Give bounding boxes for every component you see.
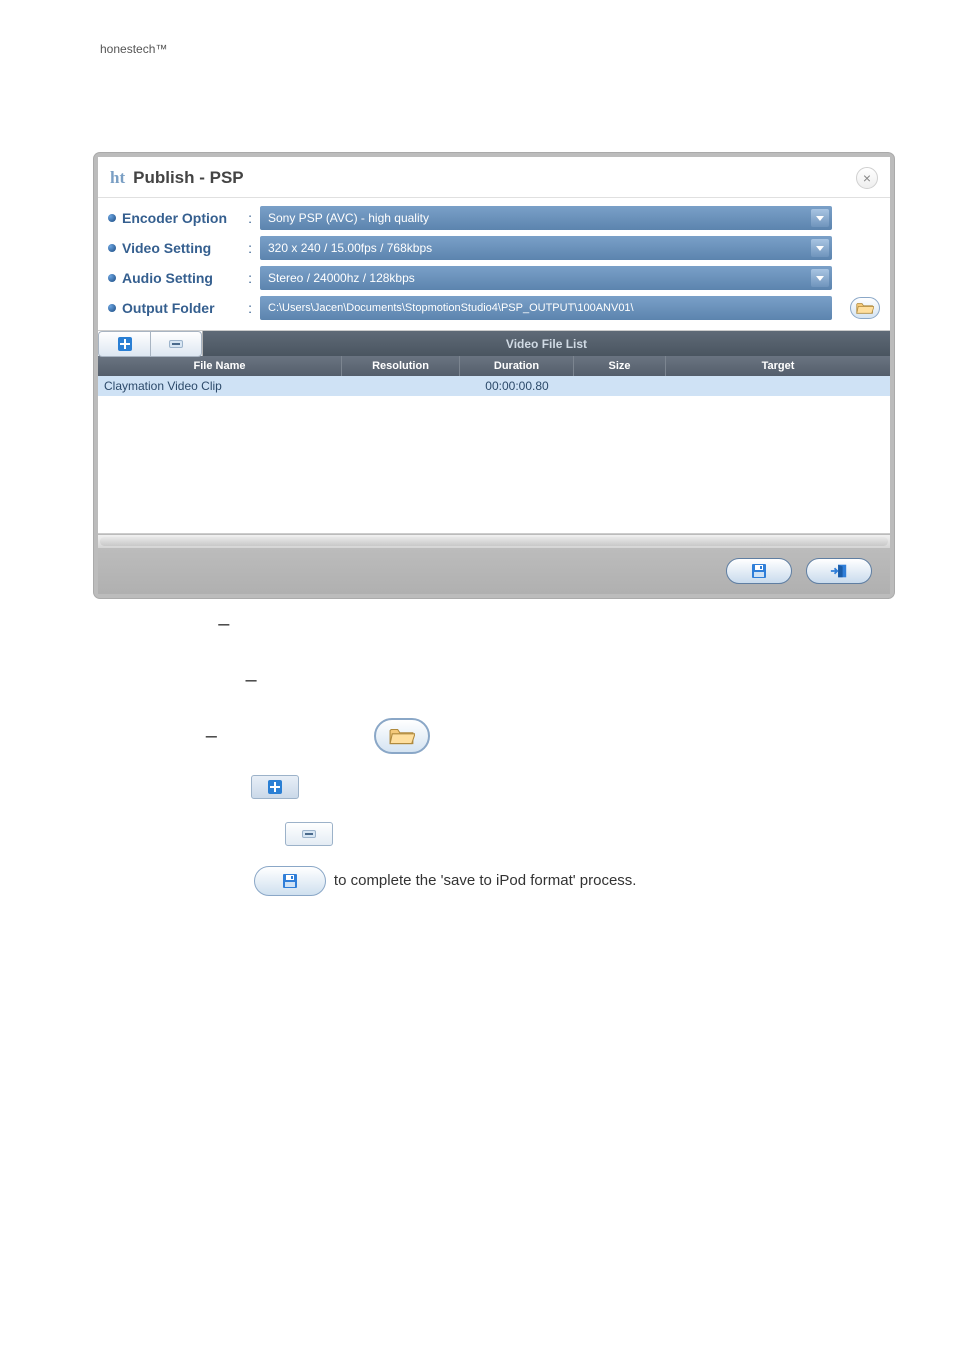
instr-remove: Click the REMOVE button, , to remove vid…	[100, 820, 860, 849]
cell-resolution	[342, 376, 460, 396]
instr-text: , to add video file(s) for conversion.	[307, 773, 540, 802]
filelist-title: Video File List	[203, 331, 890, 356]
encoder-option-row: Encoder Option : Sony PSP (AVC) - high q…	[108, 206, 880, 230]
colon: :	[248, 240, 252, 256]
publish-dialog: ht Publish - PSP × Encoder Option : Sony…	[94, 153, 894, 598]
instr-output: Output Folder – Click the folder icon, ,…	[100, 717, 860, 755]
dropdown-arrow-icon	[811, 209, 829, 227]
instr-text: Click the folder icon,	[231, 722, 366, 751]
folder-icon	[389, 726, 415, 746]
bullet-icon	[108, 304, 116, 312]
instr-av: Video/Audio Setting – select the video/a…	[100, 661, 860, 699]
bullet-icon	[108, 274, 116, 282]
folder-icon	[856, 301, 874, 315]
output-folder-input[interactable]: C:\Users\Jacen\Documents\StopmotionStudi…	[260, 296, 832, 320]
output-label-text: Output Folder	[122, 300, 215, 316]
cell-filename: Claymation Video Clip	[98, 376, 342, 396]
output-folder-row: Output Folder : C:\Users\Jacen\Documents…	[108, 296, 880, 320]
instr-text: , to remove video files(s) from the list…	[341, 820, 590, 849]
dialog-title: Publish - PSP	[133, 168, 244, 188]
instr-add: Click the ADD button, , to add video fil…	[100, 773, 860, 802]
save-icon	[282, 873, 298, 889]
col-resolution[interactable]: Resolution	[342, 356, 460, 376]
video-setting-label: Video Setting :	[108, 240, 260, 256]
settings-panel: Encoder Option : Sony PSP (AVC) - high q…	[98, 198, 890, 330]
plus-icon	[268, 780, 282, 794]
plus-icon	[118, 337, 132, 351]
cell-duration: 00:00:00.80	[460, 376, 574, 396]
close-icon: ×	[863, 170, 871, 186]
remove-button-illustration	[285, 822, 333, 846]
video-setting-select[interactable]: 320 x 240 / 15.00fps / 768kbps	[260, 236, 832, 260]
encoder-label-text: Encoder Option	[122, 210, 227, 226]
instr-text: Click the ADD button,	[100, 773, 243, 802]
instructions: Encoder Option – select the encoder qual…	[100, 605, 860, 914]
audio-setting-select[interactable]: Stereo / 24000hz / 128kbps	[260, 266, 832, 290]
filelist-toolbar: Video File List	[98, 330, 890, 356]
dash-icon: –	[246, 661, 257, 699]
colon: :	[248, 210, 252, 226]
page-number: 64.	[78, 42, 95, 56]
instr-text: , to select the output folder.	[438, 722, 618, 751]
close-button[interactable]: ×	[856, 167, 878, 189]
encoder-option-select[interactable]: Sony PSP (AVC) - high quality	[260, 206, 832, 230]
browse-folder-button[interactable]	[850, 297, 880, 319]
save-icon	[751, 563, 767, 579]
instr-text: Video/Audio Setting	[100, 666, 232, 695]
output-folder-label: Output Folder :	[108, 300, 260, 316]
exit-button[interactable]	[806, 558, 872, 584]
audio-label-text: Audio Setting	[122, 270, 213, 286]
filelist-columns: File Name Resolution Duration Size Targe…	[98, 356, 890, 376]
dropdown-arrow-icon	[811, 269, 829, 287]
ht-logo-icon: ht	[110, 168, 125, 188]
instr-text: select the video/audio setting.	[271, 666, 469, 695]
folder-button-illustration	[374, 718, 430, 754]
cell-target	[666, 376, 890, 396]
instr-text: Encoder Option	[100, 610, 204, 639]
minus-icon	[169, 340, 183, 348]
video-setting-value: 320 x 240 / 15.00fps / 768kbps	[268, 241, 432, 255]
save-button[interactable]	[726, 558, 792, 584]
audio-setting-row: Audio Setting : Stereo / 24000hz / 128kb…	[108, 266, 880, 290]
save-button-illustration	[254, 866, 326, 896]
encoder-option-value: Sony PSP (AVC) - high quality	[268, 211, 429, 225]
col-filename[interactable]: File Name	[98, 356, 342, 376]
dialog-footer	[98, 548, 890, 594]
add-button-illustration	[251, 775, 299, 799]
colon: :	[248, 300, 252, 316]
table-row[interactable]: Claymation Video Clip 00:00:00.80	[98, 376, 890, 396]
horizontal-scrollbar[interactable]	[98, 534, 890, 548]
exit-door-icon	[830, 563, 848, 579]
audio-setting-value: Stereo / 24000hz / 128kbps	[268, 271, 415, 285]
col-target[interactable]: Target	[666, 356, 890, 376]
bullet-icon	[108, 214, 116, 222]
instr-text: Output Folder	[100, 722, 192, 751]
minus-icon	[302, 830, 316, 838]
video-label-text: Video Setting	[122, 240, 211, 256]
colon: :	[248, 270, 252, 286]
col-duration[interactable]: Duration	[460, 356, 574, 376]
add-remove-group	[98, 331, 203, 356]
cell-size	[574, 376, 666, 396]
instr-text: Click the Save button,	[100, 867, 246, 896]
dropdown-arrow-icon	[811, 239, 829, 257]
video-setting-row: Video Setting : 320 x 240 / 15.00fps / 7…	[108, 236, 880, 260]
col-size[interactable]: Size	[574, 356, 666, 376]
bullet-icon	[108, 244, 116, 252]
instr-text: to complete the 'save to iPod format' pr…	[334, 867, 637, 896]
add-file-button[interactable]	[98, 331, 150, 357]
dash-icon: –	[206, 717, 217, 755]
instr-save: Click the Save button, to complete the '…	[100, 866, 860, 896]
remove-file-button[interactable]	[150, 331, 202, 357]
output-folder-value: C:\Users\Jacen\Documents\StopmotionStudi…	[268, 302, 634, 314]
page-brand: honestech™	[100, 42, 167, 56]
filelist-body: Claymation Video Clip 00:00:00.80	[98, 376, 890, 534]
instr-encoder: Encoder Option – select the encoder qual…	[100, 605, 860, 643]
audio-setting-label: Audio Setting :	[108, 270, 260, 286]
encoder-option-label: Encoder Option :	[108, 210, 260, 226]
dialog-titlebar: ht Publish - PSP ×	[98, 157, 890, 198]
dash-icon: –	[218, 605, 229, 643]
instr-text: select the encoder quality option.	[243, 610, 462, 639]
instr-text: Click the REMOVE button,	[100, 820, 277, 849]
